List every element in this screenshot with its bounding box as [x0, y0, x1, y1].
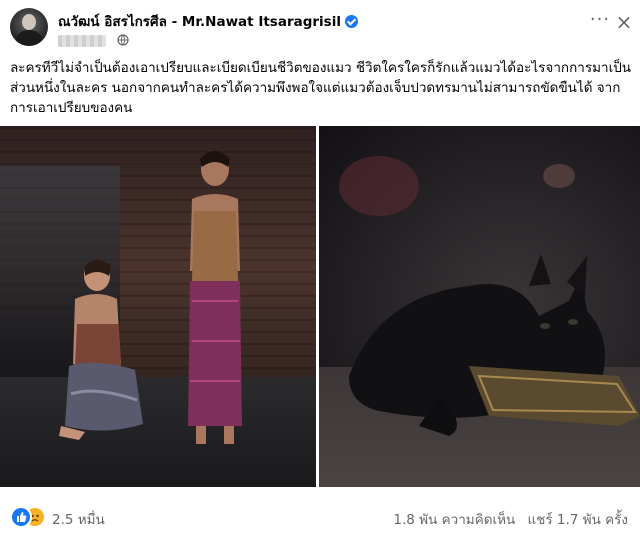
more-horizontal-icon[interactable]: ··· [588, 11, 612, 30]
author-name[interactable]: ณวัฒน์ อิสรไกรศีล - Mr.Nawat Itsaragrisi… [58, 14, 341, 30]
post-text-line: ส่วนหนึ่งในละคร นอกจากคนทำละครได้ความพึง… [10, 80, 621, 96]
author-name-row: ณวัฒน์ อิสรไกรศีล - Mr.Nawat Itsaragrisi… [58, 10, 358, 32]
reaction-count[interactable]: 2.5 หมื่น [52, 508, 105, 530]
photo-black-cat[interactable] [319, 126, 640, 487]
standing-woman-figure [188, 151, 242, 444]
comment-count[interactable]: 1.8 พัน ความคิดเห็น [393, 512, 515, 528]
photo-ground [0, 377, 316, 487]
verified-badge-icon [344, 15, 358, 28]
avatar-face [22, 14, 36, 30]
photo-women-by-wall[interactable] [0, 126, 316, 487]
share-count[interactable]: แชร์ 1.7 พัน ครั้ง [528, 512, 628, 528]
post-text-line: การเอาเปรียบของคน [10, 100, 133, 116]
globe-icon[interactable] [117, 31, 129, 50]
post-footer: 2.5 หมื่น 1.8 พัน ความคิดเห็น แชร์ 1.7 พ… [0, 498, 640, 534]
post-meta [58, 30, 129, 47]
post-header: ณวัฒน์ อิสรไกรศีล - Mr.Nawat Itsaragrisi… [0, 0, 640, 54]
close-icon[interactable]: × [614, 12, 634, 32]
post-text: ละครทีวีไม่จำเป็นต้องเอาเปรียบและเบียดเบ… [10, 58, 632, 118]
kneeling-woman-figure [59, 260, 143, 440]
blurred-timestamp[interactable] [58, 34, 106, 47]
avatar-body [16, 30, 42, 46]
post-text-line: ละครทีวีไม่จำเป็นต้องเอาเปรียบและเบียดเบ… [10, 60, 631, 76]
author-avatar[interactable] [10, 8, 48, 46]
black-cat-figure [339, 156, 640, 436]
engagement-stats: 1.8 พัน ความคิดเห็น แชร์ 1.7 พัน ครั้ง [385, 508, 628, 530]
post-media [0, 126, 640, 487]
like-icon [10, 506, 32, 528]
